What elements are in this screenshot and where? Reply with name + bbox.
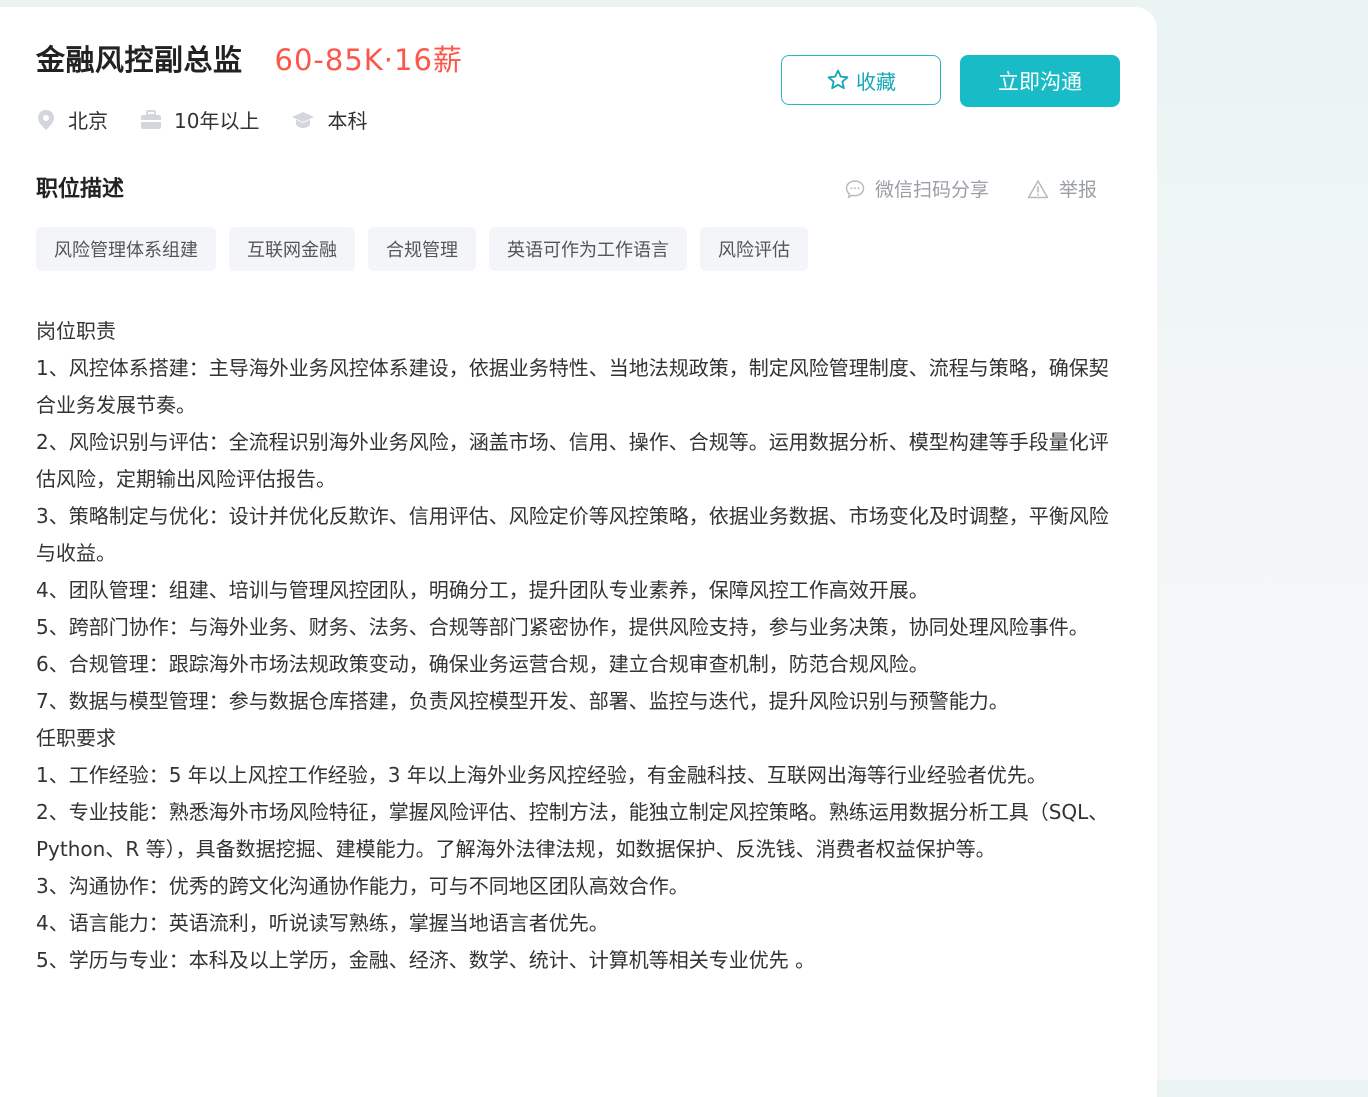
- meta-experience-text: 10年以上: [174, 109, 260, 133]
- aux-links: 微信扫码分享 举报: [845, 175, 1097, 202]
- skill-tag: 互联网金融: [229, 227, 355, 271]
- chat-now-button-label: 立即沟通: [998, 70, 1082, 94]
- favorite-button[interactable]: 收藏: [781, 55, 941, 105]
- job-header: 金融风控副总监 60-85K·16薪: [36, 37, 463, 79]
- requirement-item: 4、语言能力：英语流利，听说读写熟练，掌握当地语言者优先。: [36, 911, 609, 935]
- meta-location: 北京: [36, 105, 108, 134]
- report-label: 举报: [1059, 179, 1098, 201]
- skill-tags: 风险管理体系组建 互联网金融 合规管理 英语可作为工作语言 风险评估: [36, 227, 821, 271]
- duty-item: 2、风险识别与评估：全流程识别海外业务风险，涵盖市场、信用、操作、合规等。运用数…: [36, 430, 1109, 491]
- duty-item: 3、策略制定与优化：设计并优化反欺诈、信用评估、风险定价等风控策略，依据业务数据…: [36, 504, 1109, 565]
- duty-item: 1、风控体系搭建：主导海外业务风控体系建设，依据业务特性、当地法规政策，制定风险…: [36, 356, 1109, 417]
- meta-experience: 10年以上: [140, 105, 259, 134]
- graduation-cap-icon: [292, 111, 315, 128]
- duties-heading: 岗位职责: [36, 319, 116, 343]
- wechat-share-link[interactable]: 微信扫码分享: [845, 175, 989, 202]
- duty-item: 5、跨部门协作：与海外业务、财务、法务、合规等部门紧密协作，提供风险支持，参与业…: [36, 615, 1089, 639]
- job-title: 金融风控副总监: [36, 43, 243, 77]
- duty-item: 7、数据与模型管理：参与数据仓库搭建，负责风控模型开发、部署、监控与迭代，提升风…: [36, 689, 1009, 713]
- salary: 60-85K·16薪: [274, 43, 463, 77]
- favorite-button-label: 收藏: [856, 69, 896, 94]
- duty-item: 6、合规管理：跟踪海外市场法规政策变动，确保业务运营合规，建立合规审查机制，防范…: [36, 652, 929, 676]
- chat-now-button[interactable]: 立即沟通: [960, 55, 1120, 107]
- section-title: 职位描述: [36, 177, 125, 202]
- requirement-item: 3、沟通协作：优秀的跨文化沟通协作能力，可与不同地区团队高效合作。: [36, 874, 689, 898]
- skill-tag: 风险评估: [700, 227, 808, 271]
- requirement-item: 5、学历与专业：本科及以上学历，金融、经济、数学、统计、计算机等相关专业优先 。: [36, 948, 816, 972]
- meta-education-text: 本科: [327, 109, 368, 133]
- requirement-item: 2、专业技能：熟悉海外市场风险特征，掌握风险评估、控制方法，能独立制定风控策略。…: [36, 800, 1109, 861]
- meta-location-text: 北京: [68, 109, 108, 133]
- briefcase-icon: [141, 109, 161, 129]
- job-detail-card: 金融风控副总监 60-85K·16薪 北京 10年以上 本科 收藏 立即沟通 职…: [0, 7, 1157, 1097]
- job-meta: 北京 10年以上 本科: [36, 105, 399, 134]
- star-icon: [827, 69, 849, 90]
- job-description: 岗位职责 1、风控体系搭建：主导海外业务风控体系建设，依据业务特性、当地法规政策…: [36, 313, 1121, 979]
- skill-tag: 合规管理: [368, 227, 476, 271]
- report-link[interactable]: 举报: [1027, 175, 1097, 202]
- chat-bubble-icon: [845, 179, 865, 198]
- duty-item: 4、团队管理：组建、培训与管理风控团队，明确分工，提升团队专业素养，保障风控工作…: [36, 578, 929, 602]
- wechat-share-label: 微信扫码分享: [875, 179, 990, 201]
- location-pin-icon: [38, 109, 54, 130]
- requirement-item: 1、工作经验：5 年以上风控工作经验，3 年以上海外业务风控经验，有金融科技、互…: [36, 763, 1047, 787]
- meta-education: 本科: [291, 105, 367, 134]
- skill-tag: 英语可作为工作语言: [489, 227, 687, 271]
- warning-icon: [1027, 179, 1049, 198]
- skill-tag: 风险管理体系组建: [36, 227, 216, 271]
- requirements-heading: 任职要求: [36, 726, 116, 750]
